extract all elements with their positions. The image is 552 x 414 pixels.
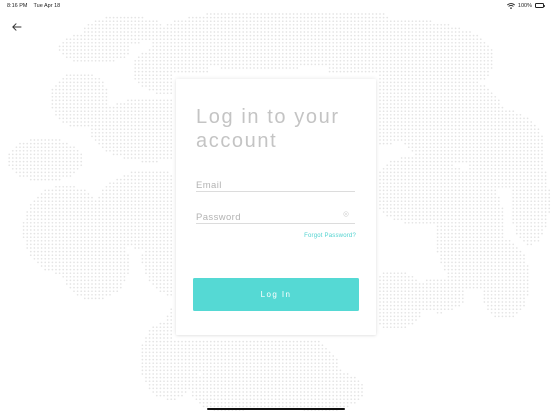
- login-card: Log in to your account Forgot Password? …: [176, 79, 376, 335]
- status-time: 8:16 PM: [7, 3, 28, 9]
- eye-icon[interactable]: [343, 211, 349, 217]
- status-bar: 8:16 PM Tue Apr 18 100%: [0, 0, 552, 12]
- home-indicator[interactable]: [207, 407, 345, 410]
- battery-percent: 100%: [517, 2, 532, 9]
- email-field-container: [196, 175, 355, 193]
- status-date: Tue Apr 18: [33, 3, 61, 9]
- login-screen: 8:16 PM Tue Apr 18 100% Log in to your a…: [0, 0, 552, 414]
- password-field[interactable]: [196, 210, 336, 225]
- password-field-container: [196, 207, 355, 225]
- page-title: Log in to your account: [196, 106, 340, 152]
- forgot-password-link[interactable]: Forgot Password?: [304, 233, 356, 239]
- arrow-left-icon: [12, 23, 22, 31]
- login-button[interactable]: Log In: [193, 278, 359, 311]
- battery-icon: [535, 3, 545, 8]
- wifi-icon: [506, 2, 515, 9]
- back-button[interactable]: [10, 20, 24, 32]
- email-field[interactable]: [196, 178, 336, 193]
